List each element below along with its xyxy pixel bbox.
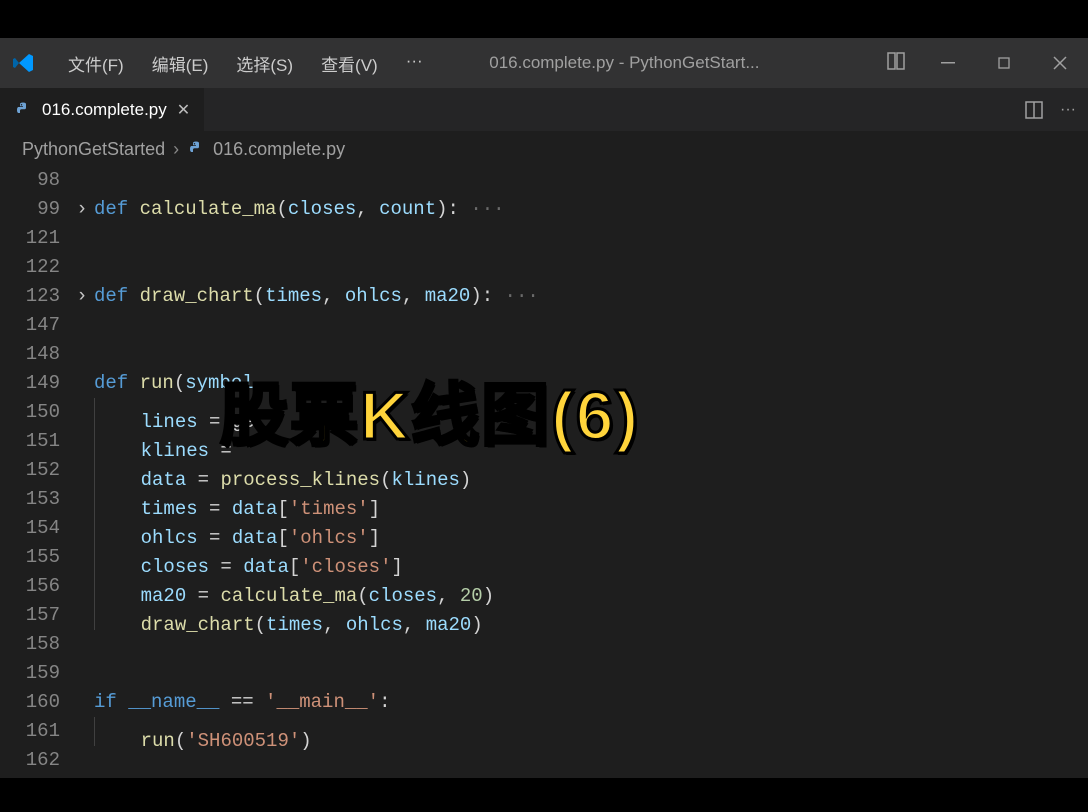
menu-file[interactable]: 文件(F) xyxy=(54,45,138,82)
line-number: 121 xyxy=(0,224,60,253)
fold-chevron-icon[interactable]: › xyxy=(70,195,94,224)
fold-chevron-icon[interactable]: › xyxy=(70,282,94,311)
code-line[interactable]: ohlcs = data['ohlcs'] xyxy=(94,514,1088,543)
breadcrumb[interactable]: PythonGetStarted › 016.complete.py xyxy=(0,132,1088,166)
line-number: 122 xyxy=(0,253,60,282)
line-number: 99 xyxy=(0,195,60,224)
maximize-button[interactable] xyxy=(976,38,1032,88)
vscode-icon xyxy=(12,51,36,75)
chevron-right-icon: › xyxy=(173,139,179,160)
line-number: 152 xyxy=(0,456,60,485)
line-number: 151 xyxy=(0,427,60,456)
minimize-button[interactable] xyxy=(920,38,976,88)
menu-bar: 文件(F) 编辑(E) 选择(S) 查看(V) ··· xyxy=(54,45,437,82)
code-line[interactable] xyxy=(94,166,1088,195)
code-line[interactable]: def draw_chart(times, ohlcs, ma20): ··· xyxy=(94,282,1088,311)
code-editor[interactable]: 9899121122123147148149150151152153154155… xyxy=(0,166,1088,778)
code-line[interactable]: data = process_klines(klines) xyxy=(94,456,1088,485)
code-line[interactable] xyxy=(94,224,1088,253)
line-number: 162 xyxy=(0,746,60,775)
code-line[interactable] xyxy=(94,253,1088,282)
layout-customize-icon[interactable] xyxy=(872,51,920,76)
breadcrumb-file[interactable]: 016.complete.py xyxy=(187,139,345,160)
tab-bar: 016.complete.py ✕ ··· xyxy=(0,88,1088,132)
tab-label: 016.complete.py xyxy=(42,100,167,120)
line-number: 158 xyxy=(0,630,60,659)
window-controls xyxy=(872,38,1088,88)
menu-edit[interactable]: 编辑(E) xyxy=(138,45,223,82)
tab-more-icon[interactable]: ··· xyxy=(1060,101,1076,119)
line-number: 150 xyxy=(0,398,60,427)
video-overlay-title: 股票K线图(6) xyxy=(220,360,640,459)
line-number: 155 xyxy=(0,543,60,572)
tab-active[interactable]: 016.complete.py ✕ xyxy=(0,88,204,131)
line-number: 159 xyxy=(0,659,60,688)
menu-view[interactable]: 查看(V) xyxy=(307,45,392,82)
code-line[interactable]: def calculate_ma(closes, count): ··· xyxy=(94,195,1088,224)
code-line[interactable] xyxy=(94,659,1088,688)
tab-close-icon[interactable]: ✕ xyxy=(177,100,190,120)
line-number: 147 xyxy=(0,311,60,340)
code-line[interactable]: run('SH600519') xyxy=(94,717,1088,746)
code-content[interactable]: def calculate_ma(closes, count): ··· def … xyxy=(94,166,1088,778)
line-number: 154 xyxy=(0,514,60,543)
menu-more[interactable]: ··· xyxy=(392,45,437,82)
code-line[interactable]: if __name__ == '__main__': xyxy=(94,688,1088,717)
python-file-icon xyxy=(187,140,205,158)
code-line[interactable]: draw_chart(times, ohlcs, ma20) xyxy=(94,601,1088,630)
line-number: 98 xyxy=(0,166,60,195)
code-line[interactable]: times = data['times'] xyxy=(94,485,1088,514)
close-button[interactable] xyxy=(1032,38,1088,88)
line-number-gutter: 9899121122123147148149150151152153154155… xyxy=(0,166,70,778)
fold-gutter[interactable]: ›› xyxy=(70,166,94,778)
line-number: 123 xyxy=(0,282,60,311)
code-line[interactable]: closes = data['closes'] xyxy=(94,543,1088,572)
code-line[interactable] xyxy=(94,311,1088,340)
breadcrumb-root[interactable]: PythonGetStarted xyxy=(22,139,165,160)
line-number: 153 xyxy=(0,485,60,514)
code-line[interactable] xyxy=(94,746,1088,775)
title-bar[interactable]: 文件(F) 编辑(E) 选择(S) 查看(V) ··· 016.complete… xyxy=(0,38,1088,88)
line-number: 157 xyxy=(0,601,60,630)
line-number: 156 xyxy=(0,572,60,601)
line-number: 149 xyxy=(0,369,60,398)
window-title: 016.complete.py - PythonGetStart... xyxy=(437,53,872,73)
line-number: 161 xyxy=(0,717,60,746)
menu-selection[interactable]: 选择(S) xyxy=(222,45,307,82)
line-number: 160 xyxy=(0,688,60,717)
split-editor-icon[interactable] xyxy=(1024,100,1044,120)
code-line[interactable] xyxy=(94,630,1088,659)
line-number: 148 xyxy=(0,340,60,369)
code-line[interactable]: ma20 = calculate_ma(closes, 20) xyxy=(94,572,1088,601)
python-file-icon xyxy=(14,101,32,119)
